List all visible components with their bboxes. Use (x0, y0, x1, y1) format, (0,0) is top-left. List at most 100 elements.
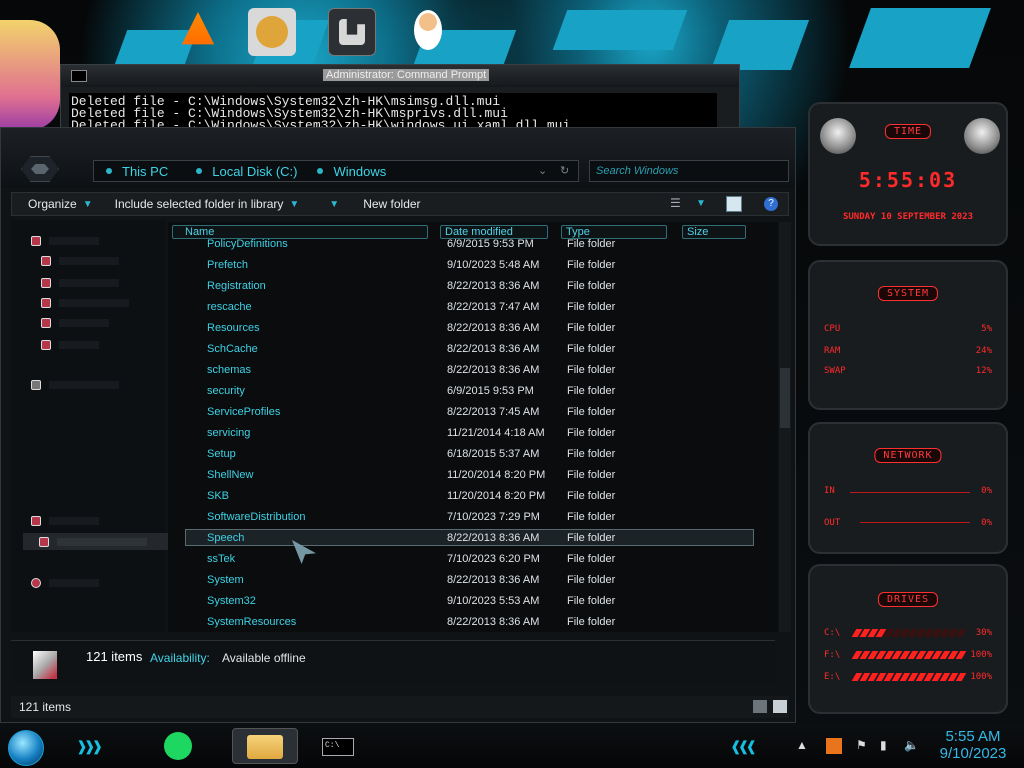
file-date-modified: 8/22/2013 7:47 AM (447, 301, 540, 313)
volume-icon[interactable]: 🔈 (904, 738, 919, 752)
file-row[interactable]: PolicyDefinitions 6/9/2015 9:53 PM File fo… (168, 234, 778, 255)
vertical-scrollbar[interactable] (779, 222, 791, 632)
taskbar-app-spotify[interactable] (156, 728, 206, 764)
file-row[interactable]: System32 9/10/2023 5:53 AM File folder (168, 591, 778, 612)
file-row[interactable]: schemas 8/22/2013 8:36 AM File folder (168, 360, 778, 381)
breadcrumb-this-pc[interactable]: This PC (106, 164, 168, 179)
file-row[interactable]: Speech 8/22/2013 8:36 AM File folder (168, 528, 778, 549)
file-name: System (207, 574, 244, 586)
share-with-dropdown[interactable]: ▼ (323, 199, 339, 210)
file-name: rescache (207, 301, 252, 313)
file-date-modified: 7/10/2023 7:29 PM (447, 511, 540, 523)
file-name: Resources (207, 322, 260, 334)
refresh-icon[interactable]: ↻ (560, 164, 569, 177)
file-row[interactable]: servicing 11/21/2014 4:18 AM File folder (168, 423, 778, 444)
file-list[interactable]: Name Date modified Type Size PolicyDefin… (168, 222, 778, 632)
network-gadget[interactable]: NETWORK IN 0% OUT 0% (808, 422, 1008, 554)
star-vs-forces-icon[interactable] (0, 20, 60, 130)
drives-gadget[interactable]: DRIVES C:\ 30% F:\ 100% E:\ 100% (808, 564, 1008, 714)
time-gadget-title: TIME (884, 124, 932, 139)
preview-pane-icon[interactable] (726, 196, 742, 212)
file-type: File folder (567, 301, 616, 313)
hiew-icon[interactable] (328, 8, 376, 56)
file-type: File folder (567, 322, 616, 334)
file-row[interactable]: Resources 8/22/2013 8:36 AM File folder (168, 318, 778, 339)
vlc-icon[interactable] (174, 6, 222, 54)
new-folder-button[interactable]: New folder (363, 197, 420, 211)
cmd-titlebar[interactable]: Administrator: Command Prompt (61, 65, 739, 87)
file-explorer-window[interactable]: This PC Local Disk (C:) Windows ⌄ ↻ Sear… (0, 127, 796, 723)
file-name: SchCache (207, 343, 258, 355)
taskbar-app-explorer[interactable] (232, 728, 298, 764)
chevron-down-icon: ▼ (329, 198, 340, 210)
search-input[interactable]: Search Windows (589, 160, 789, 182)
system-gadget[interactable]: SYSTEM CPU 5% RAM 24% SWAP 12% (808, 260, 1008, 410)
file-type: File folder (567, 259, 616, 271)
view-options-icon[interactable]: ☰ (670, 196, 681, 210)
taskbar-clock[interactable]: 5:55 AM 9/10/2023 (928, 728, 1018, 762)
file-date-modified: 8/22/2013 7:45 AM (447, 406, 540, 418)
file-name: schemas (207, 364, 252, 376)
action-center-flag-icon[interactable]: ⚑ (856, 738, 867, 752)
scrollbar-thumb[interactable] (780, 368, 790, 428)
availability-value: Available offline (222, 651, 306, 665)
file-row[interactable]: ServiceProfiles 8/22/2013 7:45 AM File fol… (168, 402, 778, 423)
file-row[interactable]: SystemResources 8/22/2013 8:36 AM File fol… (168, 612, 778, 632)
taskbar-app-cmd[interactable]: C:\ (308, 728, 374, 764)
folder-details-icon (33, 651, 57, 679)
nav-item[interactable] (41, 276, 119, 290)
file-row[interactable]: security 6/9/2015 9:53 PM File folder (168, 381, 778, 402)
nav-item[interactable] (41, 254, 119, 268)
nav-item[interactable] (41, 338, 99, 352)
nav-this-pc[interactable] (31, 514, 99, 528)
doctor-app-icon[interactable] (404, 6, 452, 54)
file-row[interactable]: Prefetch 9/10/2023 5:48 AM File folder (168, 255, 778, 276)
nav-network[interactable] (31, 576, 99, 590)
file-name: PolicyDefinitions (207, 238, 288, 250)
breadcrumb-separator-icon (317, 168, 324, 174)
large-icons-view-icon[interactable] (773, 700, 787, 713)
file-row[interactable]: rescache 8/22/2013 7:47 AM File folder (168, 297, 778, 318)
nav-item[interactable] (41, 296, 129, 310)
address-bar[interactable]: This PC Local Disk (C:) Windows ⌄ ↻ (93, 160, 579, 182)
breadcrumb-local-disk[interactable]: Local Disk (C:) (196, 164, 297, 179)
homegroup-icon (31, 380, 41, 390)
file-date-modified: 8/22/2013 8:36 AM (447, 343, 540, 355)
network-tray-icon[interactable]: ▮ (880, 738, 887, 752)
details-view-icon[interactable] (753, 700, 767, 713)
file-row[interactable]: System 8/22/2013 8:36 AM File folder (168, 570, 778, 591)
hxd-icon[interactable] (248, 8, 296, 56)
breadcrumb-windows[interactable]: Windows (317, 164, 386, 179)
file-row[interactable]: SoftwareDistribution 7/10/2023 7:29 PM Fil… (168, 507, 778, 528)
file-row[interactable]: Registration 8/22/2013 8:36 AM File folder (168, 276, 778, 297)
navigation-pane[interactable] (11, 220, 173, 632)
nav-favorites[interactable] (31, 234, 99, 248)
file-row[interactable]: ssTek 7/10/2023 6:20 PM File folder (168, 549, 778, 570)
swap-label: SWAP (824, 366, 846, 376)
view-options-chevron-icon[interactable]: ▼ (696, 198, 706, 209)
cmd-title: Administrator: Command Prompt (323, 69, 490, 81)
show-hidden-icons-icon[interactable]: ▲ (796, 738, 808, 752)
file-name: System32 (207, 595, 256, 607)
nav-item[interactable] (41, 316, 109, 330)
drives-gadget-title: DRIVES (877, 592, 939, 607)
avast-tray-icon[interactable] (826, 738, 842, 754)
file-row[interactable]: SchCache 8/22/2013 8:36 AM File folder (168, 339, 778, 360)
help-icon[interactable]: ? (764, 197, 778, 211)
address-dropdown-icon[interactable]: ⌄ (538, 164, 547, 177)
file-row[interactable]: Setup 6/18/2015 5:37 AM File folder (168, 444, 778, 465)
file-row[interactable]: SKB 11/20/2014 8:20 PM File folder (168, 486, 778, 507)
file-date-modified: 6/9/2015 9:53 PM (447, 238, 534, 250)
include-in-library-button[interactable]: Include selected folder in library ▼ (115, 197, 300, 211)
file-name: Registration (207, 280, 266, 292)
file-row[interactable]: ShellNew 11/20/2014 8:20 PM File folder (168, 465, 778, 486)
alien-head-icon (820, 118, 856, 154)
organize-button[interactable]: Organize ▼ (28, 197, 93, 211)
time-gadget[interactable]: TIME 5:55:03 SUNDAY 10 SEPTEMBER 2023 (808, 102, 1008, 246)
start-button[interactable] (8, 730, 44, 766)
file-date-modified: 8/22/2013 8:36 AM (447, 322, 540, 334)
nav-homegroup[interactable] (31, 378, 119, 392)
taskbar-date: 9/10/2023 (939, 745, 1007, 762)
nav-local-disk[interactable] (39, 535, 147, 549)
file-type: File folder (567, 595, 616, 607)
